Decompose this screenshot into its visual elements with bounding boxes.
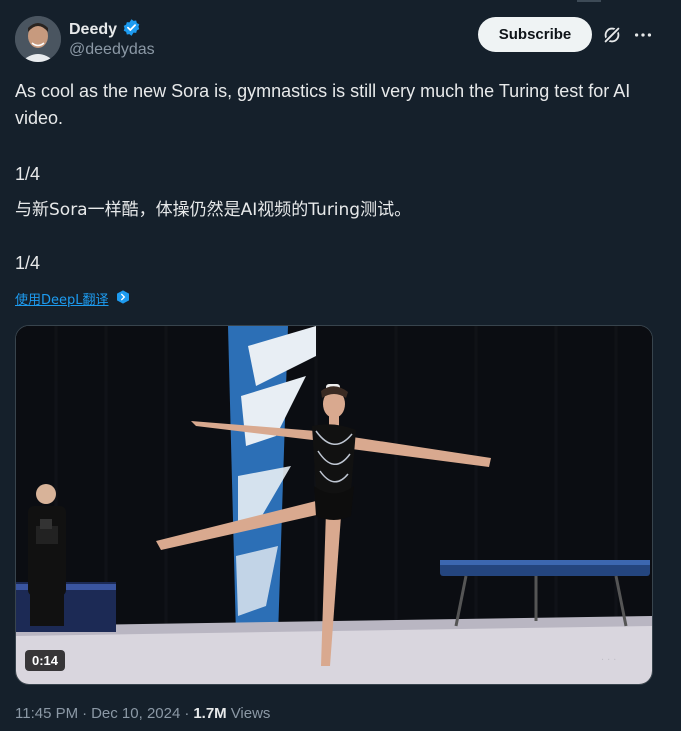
verified-badge-icon — [122, 18, 141, 42]
avatar[interactable] — [15, 16, 61, 62]
meta-separator: · — [82, 705, 88, 722]
deepl-icon — [115, 289, 131, 308]
subscribe-button[interactable]: Subscribe — [478, 17, 592, 52]
author-name-row[interactable]: Deedy — [69, 18, 141, 42]
post-text-chinese: 与新Sora一样酷，体操仍然是AI视频的Turing测试。 — [15, 200, 412, 220]
post-time[interactable]: 11:45 PM — [15, 705, 78, 722]
post-counter-1: 1/4 — [15, 164, 41, 184]
translate-label: 使用DeepL翻译 — [15, 293, 109, 308]
translate-link[interactable]: 使用DeepL翻译 — [15, 289, 131, 308]
post-date[interactable]: Dec 10, 2024 — [91, 705, 180, 722]
author-display-name[interactable]: Deedy — [69, 21, 117, 39]
svg-text:. . .: . . . — [601, 651, 616, 663]
views-count: 1.7M — [193, 705, 227, 722]
more-icon[interactable] — [632, 24, 654, 46]
views-label: Views — [230, 705, 271, 722]
video-frame: . . . — [16, 326, 652, 684]
author-handle[interactable]: @deedydas — [69, 41, 155, 59]
top-divider — [577, 0, 601, 2]
post-meta: 11:45 PM · Dec 10, 2024 · 1.7M Views — [15, 705, 270, 722]
post-text-english: As cool as the new Sora is, gymnastics i… — [15, 81, 631, 128]
video-duration: 0:14 — [25, 650, 66, 671]
post-counter-2: 1/4 — [15, 253, 41, 273]
meta-separator: · — [184, 705, 190, 722]
video-player[interactable]: . . . 0:14 — [15, 325, 653, 685]
grok-icon[interactable] — [601, 24, 623, 46]
